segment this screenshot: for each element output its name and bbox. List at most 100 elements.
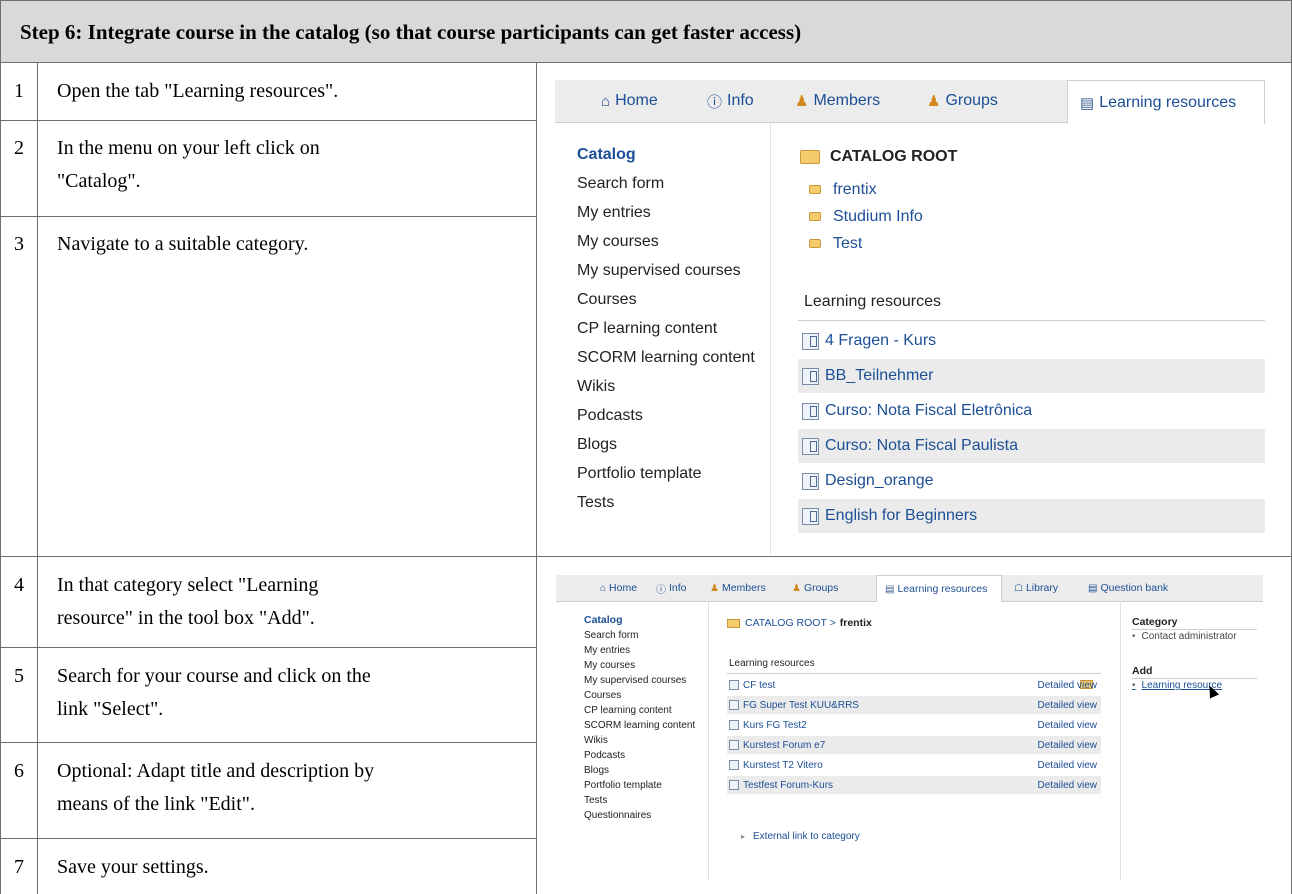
- menu-item[interactable]: My supervised courses: [577, 256, 755, 285]
- menu-item-catalog[interactable]: Catalog: [584, 613, 695, 628]
- resource-link[interactable]: 4 Fragen - Kurs: [825, 332, 936, 350]
- detailed-view-link[interactable]: Detailed view: [1038, 780, 1097, 791]
- table-row[interactable]: Kurstest Forum e7 Detailed view: [727, 736, 1101, 754]
- menu-item[interactable]: My courses: [577, 227, 755, 256]
- tab-groups[interactable]: ♟ Groups: [927, 80, 998, 122]
- table-row[interactable]: FG Super Test KUU&RRS Detailed view: [727, 696, 1101, 714]
- menu-item[interactable]: Blogs: [577, 430, 755, 459]
- tab-library[interactable]: ☖ Library: [1014, 575, 1058, 601]
- tab-home[interactable]: ⌂ Home: [601, 80, 658, 122]
- tab-members[interactable]: ♟ Members: [795, 80, 880, 122]
- resource-link[interactable]: Kurstest T2 Vitero: [743, 760, 823, 771]
- list-item[interactable]: 4 Fragen - Kurs: [798, 324, 1265, 358]
- menu-item[interactable]: CP learning content: [584, 703, 695, 718]
- menu-item[interactable]: Wikis: [584, 733, 695, 748]
- menu-item[interactable]: Blogs: [584, 763, 695, 778]
- category-label[interactable]: frentix: [833, 176, 877, 203]
- groups-icon: ♟: [927, 93, 941, 110]
- menu-item[interactable]: Podcasts: [584, 748, 695, 763]
- menu-item[interactable]: My courses: [584, 658, 695, 673]
- tab-label: Members: [813, 92, 881, 109]
- step-text: link "Select".: [57, 698, 164, 720]
- menu-item[interactable]: Questionnaires: [584, 808, 695, 823]
- resource-link[interactable]: Kurstest Forum e7: [743, 740, 825, 751]
- menu-item[interactable]: Tests: [577, 488, 755, 517]
- divider: [1132, 629, 1257, 630]
- detailed-view-link[interactable]: Detailed view: [1038, 760, 1097, 771]
- row-divider: [0, 742, 537, 743]
- course-icon: [729, 760, 739, 770]
- tab-groups[interactable]: ♟ Groups: [792, 575, 838, 601]
- tab-learning-resources[interactable]: ▤ Learning resources: [876, 575, 1002, 602]
- table-row[interactable]: Kurstest T2 Vitero Detailed view: [727, 756, 1101, 774]
- step-text: In that category select "Learning: [57, 574, 319, 596]
- list-item[interactable]: BB_Teilnehmer: [798, 359, 1265, 393]
- menu-item[interactable]: Wikis: [577, 372, 755, 401]
- tab-info[interactable]: ⓘ Info: [656, 575, 687, 601]
- menu-item[interactable]: Search form: [584, 628, 695, 643]
- resource-link[interactable]: Kurs FG Test2: [743, 720, 807, 731]
- menu-item[interactable]: Search form: [577, 169, 755, 198]
- category-item[interactable]: Test: [809, 230, 923, 257]
- menu-item[interactable]: Tests: [584, 793, 695, 808]
- resource-link[interactable]: Curso: Nota Fiscal Eletrônica: [825, 402, 1032, 420]
- menu-item[interactable]: SCORM learning content: [584, 718, 695, 733]
- table-row[interactable]: CF test Detailed view: [727, 676, 1101, 694]
- house-icon: ⌂: [601, 92, 611, 110]
- tab-info[interactable]: ⓘ Info: [707, 80, 754, 122]
- menu-item[interactable]: CP learning content: [577, 314, 755, 343]
- detailed-view-link[interactable]: Detailed view: [1038, 740, 1097, 751]
- menu-item[interactable]: My entries: [577, 198, 755, 227]
- list-item[interactable]: Curso: Nota Fiscal Paulista: [798, 429, 1265, 463]
- course-icon: [802, 507, 819, 525]
- menu-item-catalog[interactable]: Catalog: [577, 140, 755, 169]
- menu-item[interactable]: My entries: [584, 643, 695, 658]
- detailed-view-link[interactable]: Detailed view: [1038, 680, 1097, 691]
- step-header: Step 6: Integrate course in the catalog …: [0, 0, 1292, 63]
- list-item[interactable]: English for Beginners: [798, 499, 1265, 533]
- breadcrumb-root[interactable]: CATALOG ROOT >: [745, 617, 836, 629]
- detailed-view-link[interactable]: Detailed view: [1038, 700, 1097, 711]
- menu-item[interactable]: Podcasts: [577, 401, 755, 430]
- menu-item[interactable]: Courses: [577, 285, 755, 314]
- tab-bar: ⌂ Home ⓘ Info ♟ Members ♟ Groups ▤ Learning r…: [556, 575, 1263, 602]
- course-icon: [729, 740, 739, 750]
- resource-link[interactable]: Curso: Nota Fiscal Paulista: [825, 437, 1018, 455]
- document: Step 6: Integrate course in the catalog …: [0, 0, 1292, 894]
- step-text: Optional: Adapt title and description by: [57, 760, 375, 782]
- folder-icon: [800, 150, 820, 164]
- detailed-view-link[interactable]: Detailed view: [1038, 720, 1097, 731]
- category-label[interactable]: Studium Info: [833, 203, 923, 230]
- step-text: means of the link "Edit".: [57, 793, 255, 815]
- tab-members[interactable]: ♟ Members: [710, 575, 766, 601]
- menu-item[interactable]: SCORM learning content: [577, 343, 755, 372]
- resource-link[interactable]: CF test: [743, 680, 775, 691]
- course-icon: [729, 680, 739, 690]
- resource-link[interactable]: BB_Teilnehmer: [825, 367, 934, 385]
- list-item[interactable]: Curso: Nota Fiscal Eletrônica: [798, 394, 1265, 428]
- category-label[interactable]: Test: [833, 230, 862, 257]
- external-link[interactable]: External link to category: [741, 831, 860, 842]
- divider: [798, 320, 1265, 321]
- tab-label: Learning resources: [897, 583, 988, 595]
- resource-link[interactable]: FG Super Test KUU&RRS: [743, 700, 859, 711]
- menu-item[interactable]: Portfolio template: [584, 778, 695, 793]
- tab-label: Home: [609, 582, 638, 594]
- menu-item[interactable]: Courses: [584, 688, 695, 703]
- list-item[interactable]: Design_orange: [798, 464, 1265, 498]
- tab-label: Groups: [945, 92, 998, 109]
- row-divider: [0, 120, 537, 121]
- menu-item[interactable]: Portfolio template: [577, 459, 755, 488]
- category-item[interactable]: Studium Info: [809, 203, 923, 230]
- table-row[interactable]: Testfest Forum-Kurs Detailed view: [727, 776, 1101, 794]
- tab-question-bank[interactable]: ▤ Question bank: [1088, 575, 1168, 601]
- table-row[interactable]: Kurs FG Test2 Detailed view: [727, 716, 1101, 734]
- resource-link[interactable]: Testfest Forum-Kurs: [743, 780, 833, 791]
- category-item[interactable]: frentix: [809, 176, 923, 203]
- resource-link[interactable]: Design_orange: [825, 472, 934, 490]
- menu-item[interactable]: My supervised courses: [584, 673, 695, 688]
- tab-home[interactable]: ⌂ Home: [600, 575, 637, 601]
- tab-learning-resources[interactable]: ▤ Learning resources: [1067, 80, 1265, 124]
- contact-admin-link[interactable]: Contact administrator: [1132, 631, 1237, 642]
- resource-link[interactable]: English for Beginners: [825, 507, 977, 525]
